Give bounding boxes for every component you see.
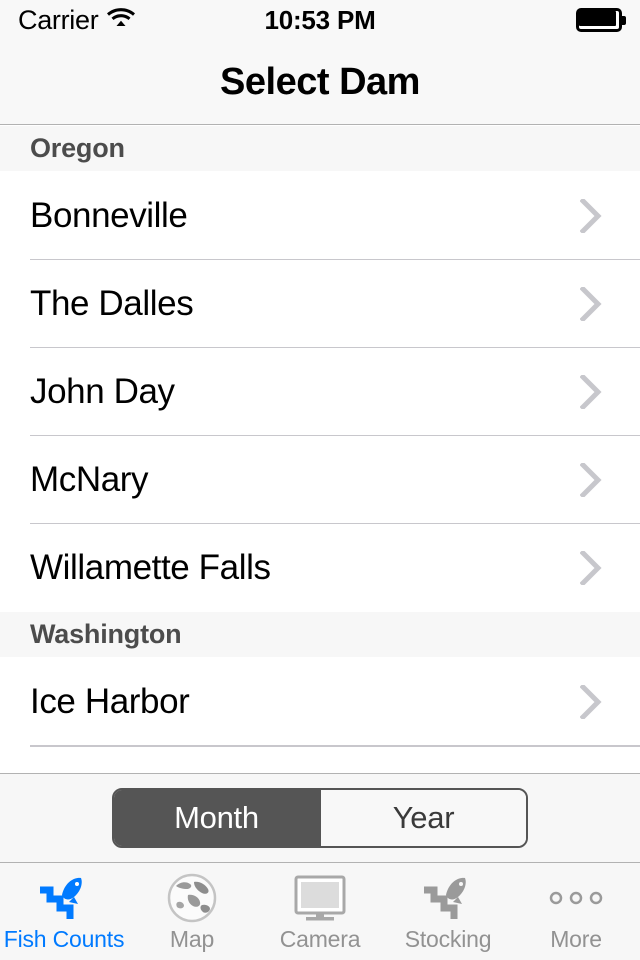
segment-month[interactable]: Month — [114, 790, 319, 846]
row-separator — [30, 746, 640, 747]
period-segmented-control[interactable]: Month Year — [112, 788, 528, 848]
globe-icon — [166, 871, 218, 925]
tab-label: Camera — [280, 926, 361, 953]
tab-stocking[interactable]: Stocking — [384, 863, 512, 960]
tab-map[interactable]: Map — [128, 863, 256, 960]
tab-camera[interactable]: Camera — [256, 863, 384, 960]
chevron-right-icon — [580, 287, 602, 321]
section-header-washington: Washington — [0, 612, 640, 658]
dam-name-label: Bonneville — [30, 196, 580, 236]
ellipsis-circles-icon — [546, 871, 606, 925]
section-header-label: Washington — [30, 619, 181, 650]
table-row[interactable]: Willamette Falls — [0, 524, 640, 612]
dam-name-label: Willamette Falls — [30, 548, 580, 588]
fish-ladder-icon — [36, 871, 92, 925]
chevron-right-icon — [580, 685, 602, 719]
segment-year[interactable]: Year — [319, 790, 526, 846]
section-header-oregon: Oregon — [0, 126, 640, 172]
list-trailing-area — [0, 746, 640, 773]
battery-full-icon — [576, 8, 626, 32]
chevron-right-icon — [580, 199, 602, 233]
table-row[interactable]: McNary — [0, 436, 640, 524]
app-screen: Carrier 10:53 PM Select Dam Oregon — [0, 0, 640, 960]
monitor-icon — [292, 871, 348, 925]
chevron-right-icon — [580, 375, 602, 409]
bottom-toolbar: Month Year — [0, 773, 640, 862]
tab-more[interactable]: More — [512, 863, 640, 960]
dam-list[interactable]: Oregon Bonneville The Dalles John Day Mc… — [0, 126, 640, 773]
tab-label: Fish Counts — [4, 926, 125, 953]
chevron-right-icon — [580, 463, 602, 497]
segment-month-label: Month — [174, 800, 259, 836]
table-row[interactable]: The Dalles — [0, 260, 640, 348]
table-row[interactable]: Bonneville — [0, 172, 640, 260]
table-row[interactable]: John Day — [0, 348, 640, 436]
chevron-right-icon — [580, 551, 602, 585]
page-title: Select Dam — [220, 61, 420, 104]
dam-name-label: McNary — [30, 460, 580, 500]
tab-fish-counts[interactable]: Fish Counts — [0, 863, 128, 960]
navigation-bar: Select Dam — [0, 40, 640, 125]
section-header-label: Oregon — [30, 133, 125, 164]
status-bar-right — [576, 0, 626, 40]
tab-label: More — [550, 926, 602, 953]
tab-label: Stocking — [405, 926, 492, 953]
status-bar-time: 10:53 PM — [0, 0, 640, 40]
dam-name-label: John Day — [30, 372, 580, 412]
tab-label: Map — [170, 926, 214, 953]
fish-icon — [420, 871, 476, 925]
status-bar: Carrier 10:53 PM — [0, 0, 640, 40]
dam-name-label: Ice Harbor — [30, 682, 580, 722]
table-row[interactable]: Ice Harbor — [0, 658, 640, 746]
segment-year-label: Year — [393, 800, 454, 836]
dam-name-label: The Dalles — [30, 284, 580, 324]
tab-bar: Fish Counts Map — [0, 862, 640, 960]
